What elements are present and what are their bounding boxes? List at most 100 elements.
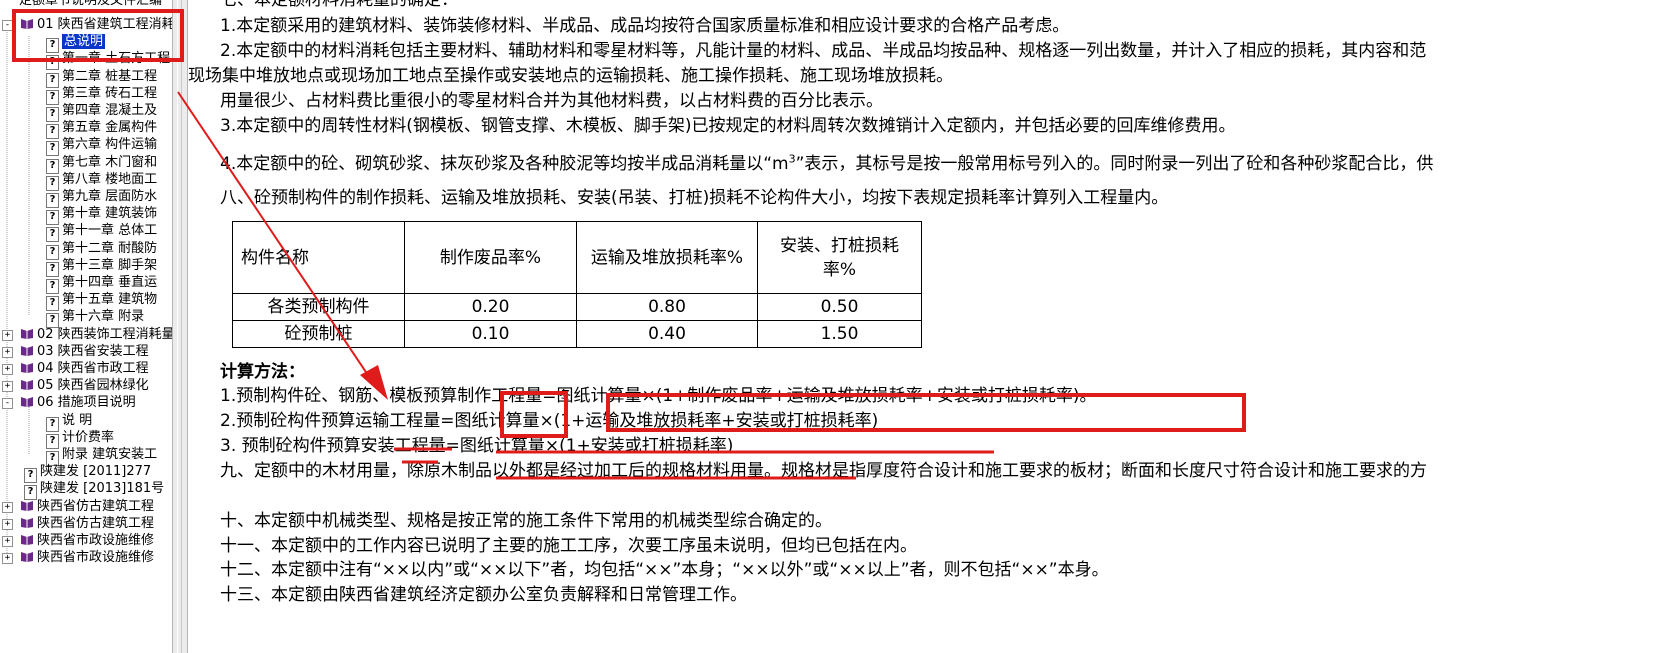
para-7-1: 1.本定额采用的建筑材料、装饰装修材料、半成品、成品均按符合国家质量标准和相应设… (220, 16, 1070, 36)
tree-item[interactable]: ? 附录 建筑安装工 (46, 446, 158, 466)
section-13: 十三、本定额由陕西省建筑经济定额办公室负责解释和日常管理工作。 (220, 585, 747, 605)
table-header-cell: 运输及堆放损耗率% (576, 221, 758, 294)
expand-icon[interactable]: + (2, 364, 13, 375)
chapter-tree[interactable]: 定额章节说明及文件汇编 01 陕西省建筑工程消耗量定额 - ?总说明?第一章 土石方工… (0, 0, 172, 653)
tree-item-label: 05 陕西省园林绿化 (37, 378, 149, 394)
book-icon (20, 395, 34, 408)
tree-item-label: 06 措施项目说明 (37, 395, 136, 411)
tree-item[interactable]: ? 第八章 楼地面工 (46, 171, 158, 191)
tree-item[interactable]: ? 第七章 木门窗和 (46, 154, 158, 174)
collapse-icon[interactable]: - (2, 398, 13, 410)
expand-icon[interactable]: + (2, 329, 13, 341)
table-header-cell: 制作废品率% (404, 221, 577, 294)
calc-formula-2: 2.预制砼构件预算运输工程量=图纸计算量×(1+运输及堆放损耗率+安装或打桩损耗… (220, 411, 879, 431)
table-row: 各类预制构件 0.20 0.80 0.50 (232, 293, 922, 321)
tree-folder[interactable]: 02 陕西装饰工程消耗量 (20, 326, 172, 343)
tree-item[interactable]: ? 第四章 混凝土及 (46, 102, 158, 122)
tree-top-partial[interactable]: 定额章节说明及文件汇编 (2, 0, 162, 9)
tree-folder[interactable]: 03 陕西省安装工程 (20, 343, 149, 360)
tree-item[interactable]: ? 第十二章 耐酸防 (46, 240, 158, 260)
expand-icon[interactable]: + (2, 518, 13, 530)
tree-item-label: 03 陕西省安装工程 (37, 343, 149, 359)
tree-folder[interactable]: 05 陕西省园林绿化 (20, 377, 149, 394)
tree-item-label: 陕西省市政设施维修 (37, 550, 155, 566)
tree-item-label: 第七章 木门窗和 (62, 154, 158, 170)
table-header-row: 构件名称 制作废品率% 运输及堆放损耗率% 安装、打桩损耗率% (232, 221, 922, 294)
book-icon (20, 550, 34, 563)
expand-icon[interactable]: + (2, 553, 13, 565)
tree-item-label: 第九章 层面防水 (62, 189, 158, 204)
para-7-2: 2.本定额中的材料消耗包括主要材料、辅助材料和零星材料等，凡能计量的材料、成品、… (220, 41, 1427, 61)
table-row: 砼预制桩 0.10 0.40 1.50 (232, 320, 922, 348)
tree-item[interactable]: ? 总说明 (46, 33, 107, 54)
tree-item-label: 第十三章 脚手架 (62, 257, 158, 273)
pane-splitter[interactable] (172, 0, 188, 653)
para-7-3: 3.本定额中的周转性材料(钢模板、钢管支撑、木模板、脚手架)已按规定的材料周转次… (220, 116, 1236, 136)
tree-folder[interactable]: 陕西省市政设施维修 (20, 532, 154, 549)
tree-item-label: 说 明 (62, 412, 93, 428)
tree-item[interactable]: ? 第十一章 总体工 (46, 222, 157, 243)
book-icon (20, 378, 34, 391)
tree-item[interactable]: ? 第十四章 垂直运 (46, 274, 157, 294)
tree-item-label: 第八章 楼地面工 (62, 171, 158, 187)
tree-item-label: 陕建发 [2013]181号 (40, 481, 165, 497)
table-header-cell: 安装、打桩损耗率% (757, 221, 922, 294)
table-cell: 0.80 (576, 293, 758, 321)
tree-item[interactable]: ? 第十三章 脚手架 (46, 257, 158, 277)
tree-item[interactable]: ? 第十章 建筑装饰 (46, 205, 158, 226)
table-header-cell: 构件名称 (232, 221, 405, 294)
tree-folder[interactable]: 04 陕西省市政工程 (20, 360, 149, 377)
tree-folder[interactable]: 陕西省市政设施维修 (20, 549, 154, 566)
tree-item[interactable]: ? 第一章 土石方工程 (46, 50, 170, 71)
tree-item-label: 第十章 建筑装饰 (62, 206, 158, 222)
tree-item[interactable]: ? 第三章 砖石工程 (46, 85, 158, 105)
table-cell: 各类预制构件 (232, 293, 405, 321)
tree-item-label: 第五章 金属构件 (62, 120, 158, 136)
book-icon (20, 516, 34, 528)
tree-item-label: 附录 建筑安装工 (62, 447, 158, 462)
tree-item[interactable]: ? 第六章 构件运输 (46, 136, 158, 157)
section-9: 九、定额中的木材用量，除原木制品以外都是经过加工后的规格材料用量。规格材是指厚度… (220, 461, 1427, 481)
book-icon (20, 533, 34, 545)
para-7-2-cont: 现场集中堆放地点或现场加工地点至操作或安装地点的运输损耗、施工操作损耗、施工现场… (188, 66, 953, 86)
tree-item-label: 第十二章 耐酸防 (62, 240, 158, 256)
expand-icon[interactable]: + (2, 346, 13, 358)
tree-item-label: 04 陕西省市政工程 (37, 361, 149, 376)
table-cell: 0.40 (576, 320, 758, 348)
expand-icon[interactable]: + (2, 501, 13, 513)
tree-item[interactable]: ? 计价费率 (46, 429, 114, 449)
para-7-2-small: 用量很少、占材料费比重很小的零星材料合并为其他材料费，以占材料费的百分比表示。 (220, 91, 883, 111)
tree-item[interactable]: ? 第二章 桩基工程 (46, 68, 157, 88)
expand-icon[interactable]: + (2, 536, 13, 547)
book-icon (20, 361, 34, 373)
tree-item-label: 01 陕西省建筑工程消耗量定额 (37, 17, 172, 32)
calc-method-title: 计算方法： (220, 362, 305, 382)
tree-item-label: 第六章 构件运输 (62, 137, 158, 153)
tree-item[interactable]: ? 陕建发 [2013]181号 (24, 480, 165, 501)
tree-item[interactable]: ? 说 明 (46, 412, 93, 432)
tree-folder[interactable]: 01 陕西省建筑工程消耗量定额 (20, 16, 172, 33)
tree-item-label: 第三章 砖石工程 (62, 85, 158, 101)
tree-folder[interactable]: 06 措施项目说明 (20, 394, 136, 411)
expand-icon[interactable]: + (2, 381, 13, 393)
tree-item[interactable]: ? 第九章 层面防水 (46, 188, 158, 208)
tree-item[interactable]: ? 陕建发 [2011]277 (24, 463, 152, 484)
tree-folder[interactable]: 陕西省仿古建筑工程 (20, 498, 154, 515)
collapse-icon[interactable]: - (2, 20, 13, 31)
tree-item[interactable]: ? 第十五章 建筑物 (46, 291, 158, 312)
table-cell: 砼预制桩 (232, 320, 405, 348)
tree-item-label: 总说明 (60, 33, 107, 51)
tree-item-label: 第十五章 建筑物 (62, 292, 158, 308)
tree-folder[interactable]: 陕西省仿古建筑工程 (20, 515, 154, 532)
tree-item[interactable]: ? 第五章 金属构件 (46, 119, 158, 140)
section-11: 十一、本定额中的工作内容已说明了主要的施工工序，次要工序虽未说明，但均已包括在内… (220, 536, 917, 556)
tree-item-label: 02 陕西装饰工程消耗量 (37, 326, 172, 342)
calc-formula-1: 1.预制构件砼、钢筋、模板预算制作工程量=图纸计算量×(1+制作废品率+运输及堆… (220, 386, 1097, 406)
tree-item-label: 陕建发 [2011]277 (40, 464, 152, 480)
section-10: 十、本定额中机械类型、规格是按正常的施工条件下常用的机械类型综合确定的。 (220, 511, 832, 531)
table-cell: 0.20 (404, 293, 577, 321)
tree-item-label: 第四章 混凝土及 (62, 103, 158, 118)
table-cell: 0.50 (757, 293, 922, 321)
tree-item[interactable]: ? 第十六章 附录 (46, 308, 144, 329)
loss-rate-table: 构件名称 制作废品率% 运输及堆放损耗率% 安装、打桩损耗率% 各类预制构件 0… (232, 221, 922, 348)
